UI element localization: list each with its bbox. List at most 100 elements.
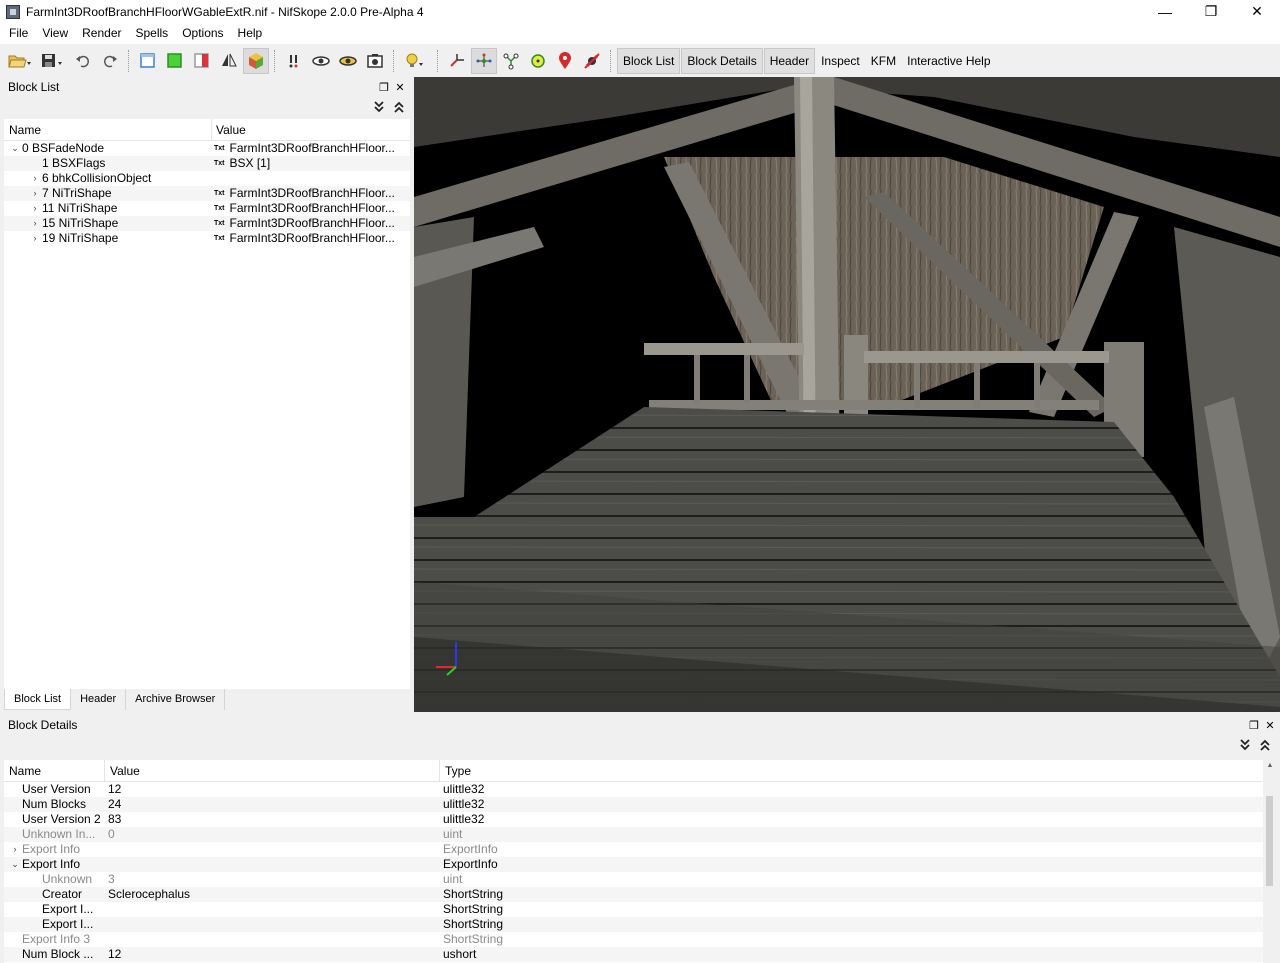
detail-row[interactable]: Num Blocks 24 ulittle32 [4,797,1263,812]
menu-render[interactable]: Render [75,23,128,44]
nodes-icon[interactable] [471,47,497,74]
select-icon[interactable] [281,48,307,74]
close-button[interactable]: ✕ [1234,0,1280,23]
detail-row[interactable]: › Export Info ExportInfo [4,842,1263,857]
interactive-help-button[interactable]: Interactive Help [902,48,995,74]
render-viewport[interactable] [414,77,1280,712]
eye-icon[interactable] [308,48,334,74]
disable-icon[interactable] [579,48,605,74]
detail-name-cell: User Version [4,782,104,797]
expand-all-icon[interactable] [1240,738,1250,754]
details-scrollbar[interactable]: ▲ [1264,760,1276,963]
redo-icon[interactable] [97,48,123,74]
detail-name: Export Info [22,842,81,856]
tab-block-list[interactable]: Block List [4,689,72,710]
tree-row[interactable]: 1 BSXFlags Txt BSX [1] [4,156,410,171]
tree-row-name: 0 BSFadeNode [22,141,105,155]
scroll-thumb[interactable] [1266,796,1273,886]
chevron-down-icon[interactable]: ⌄ [8,141,22,156]
block-tree[interactable]: Name Value ⌄ 0 BSFadeNode Txt FarmInt3DRoof… [4,118,410,689]
detail-value[interactable]: 12 [104,947,439,962]
float-panel-icon[interactable]: ❐ [376,81,392,94]
menu-options[interactable]: Options [175,23,230,44]
open-icon[interactable] [4,48,36,74]
detail-name-cell: Num Blocks [4,797,104,812]
column-name-header[interactable]: Name [4,759,105,782]
chevron-right-icon[interactable]: › [28,201,42,216]
detail-name-cell: Creator [4,887,104,902]
tree-row[interactable]: › 15 NiTriShape Txt FarmInt3DRoofBranchHFlo… [4,216,410,231]
detail-name-cell: ⌄ Export Info [4,857,104,872]
column-value-header[interactable]: Value [105,759,440,782]
tree-row[interactable]: › 11 NiTriShape Txt FarmInt3DRoofBranchHFlo… [4,201,410,216]
collapse-all-icon[interactable] [394,101,404,116]
detail-row[interactable]: Export Info 3 ShortString [4,932,1263,947]
column-type-header[interactable]: Type [440,760,471,782]
light-icon[interactable] [400,48,432,74]
expand-all-icon[interactable] [374,100,384,116]
detail-row[interactable]: Num Block ... 12 ushort [4,947,1263,962]
scroll-up-icon[interactable]: ▲ [1264,762,1276,774]
tab-archive-browser[interactable]: Archive Browser [126,689,226,710]
detail-row[interactable]: Export I... ShortString [4,902,1263,917]
tree-row-value-cell: Txt FarmInt3DRoofBranchHFloor... [212,186,406,201]
chevron-right-icon[interactable]: › [28,231,42,246]
undo-icon[interactable] [70,48,96,74]
chevron-right-icon[interactable]: › [28,216,42,231]
tree-row[interactable]: › 6 bhkCollisionObject [4,171,410,186]
column-name-header[interactable]: Name [4,118,212,141]
detail-value[interactable]: Sclerocephalus [104,887,439,902]
menu-file[interactable]: File [2,23,35,44]
view-top-icon[interactable] [162,48,188,74]
chevron-right-icon[interactable]: › [8,842,22,857]
tab-header[interactable]: Header [71,689,127,710]
maximize-button[interactable]: ❐ [1188,0,1234,23]
minimize-button[interactable]: — [1142,0,1188,23]
detail-row[interactable]: Export I... ShortString [4,917,1263,932]
detail-name: Num Block ... [22,947,94,961]
perspective-icon[interactable] [243,47,269,74]
branches-icon[interactable] [498,48,524,74]
tree-row[interactable]: ⌄ 0 BSFadeNode Txt FarmInt3DRoofBranchHFloo… [4,141,410,156]
detail-value[interactable]: 3 [104,872,439,887]
float-panel-icon[interactable]: ❐ [1246,719,1262,732]
save-icon[interactable] [37,48,69,74]
detail-row[interactable]: User Version 12 ulittle32 [4,782,1263,797]
collapse-all-icon[interactable] [1260,739,1270,754]
screenshot-icon[interactable] [362,48,388,74]
menu-view[interactable]: View [35,23,75,44]
column-value-header[interactable]: Value [212,123,246,137]
toggle-header-button[interactable]: Header [763,47,816,74]
sun-icon[interactable] [525,48,551,74]
view-side-icon[interactable] [189,48,215,74]
detail-value[interactable]: 12 [104,782,439,797]
marker-icon[interactable] [552,48,578,74]
tree-row[interactable]: › 7 NiTriShape Txt FarmInt3DRoofBranchHFloo… [4,186,410,201]
view-front-icon[interactable] [135,48,161,74]
toggle-block-details-button[interactable]: Block Details [681,47,763,74]
detail-value[interactable]: 83 [104,812,439,827]
chevron-right-icon[interactable]: › [28,171,42,186]
close-panel-icon[interactable]: ✕ [392,81,408,94]
menu-help[interactable]: Help [231,23,270,44]
block-details-table[interactable]: Name Value Type User Version 12 ulittle32 N… [4,759,1263,963]
detail-row[interactable]: Creator Sclerocephalus ShortString [4,887,1263,902]
detail-value[interactable]: 0 [104,827,439,842]
menu-spells[interactable]: Spells [129,23,176,44]
detail-row[interactable]: User Version 2 83 ulittle32 [4,812,1263,827]
chevron-right-icon[interactable]: › [28,186,42,201]
detail-row[interactable]: Unknown 3 uint [4,872,1263,887]
detail-row[interactable]: Unknown In... 0 uint [4,827,1263,842]
flip-icon[interactable] [216,48,242,74]
chevron-down-icon[interactable]: ⌄ [8,857,22,872]
detail-value[interactable]: 24 [104,797,439,812]
toggle-block-list-button[interactable]: Block List [617,47,681,74]
detail-row[interactable]: ⌄ Export Info ExportInfo [4,857,1263,872]
toggle-inspect-button[interactable]: Inspect [816,48,865,74]
eye-hidden-icon[interactable] [335,48,361,74]
toggle-kfm-button[interactable]: KFM [866,48,901,74]
close-panel-icon[interactable]: ✕ [1262,719,1278,732]
text-type-icon: Txt [214,145,225,152]
axes-icon[interactable] [444,48,470,74]
tree-row[interactable]: › 19 NiTriShape Txt FarmInt3DRoofBranchHFlo… [4,231,410,246]
